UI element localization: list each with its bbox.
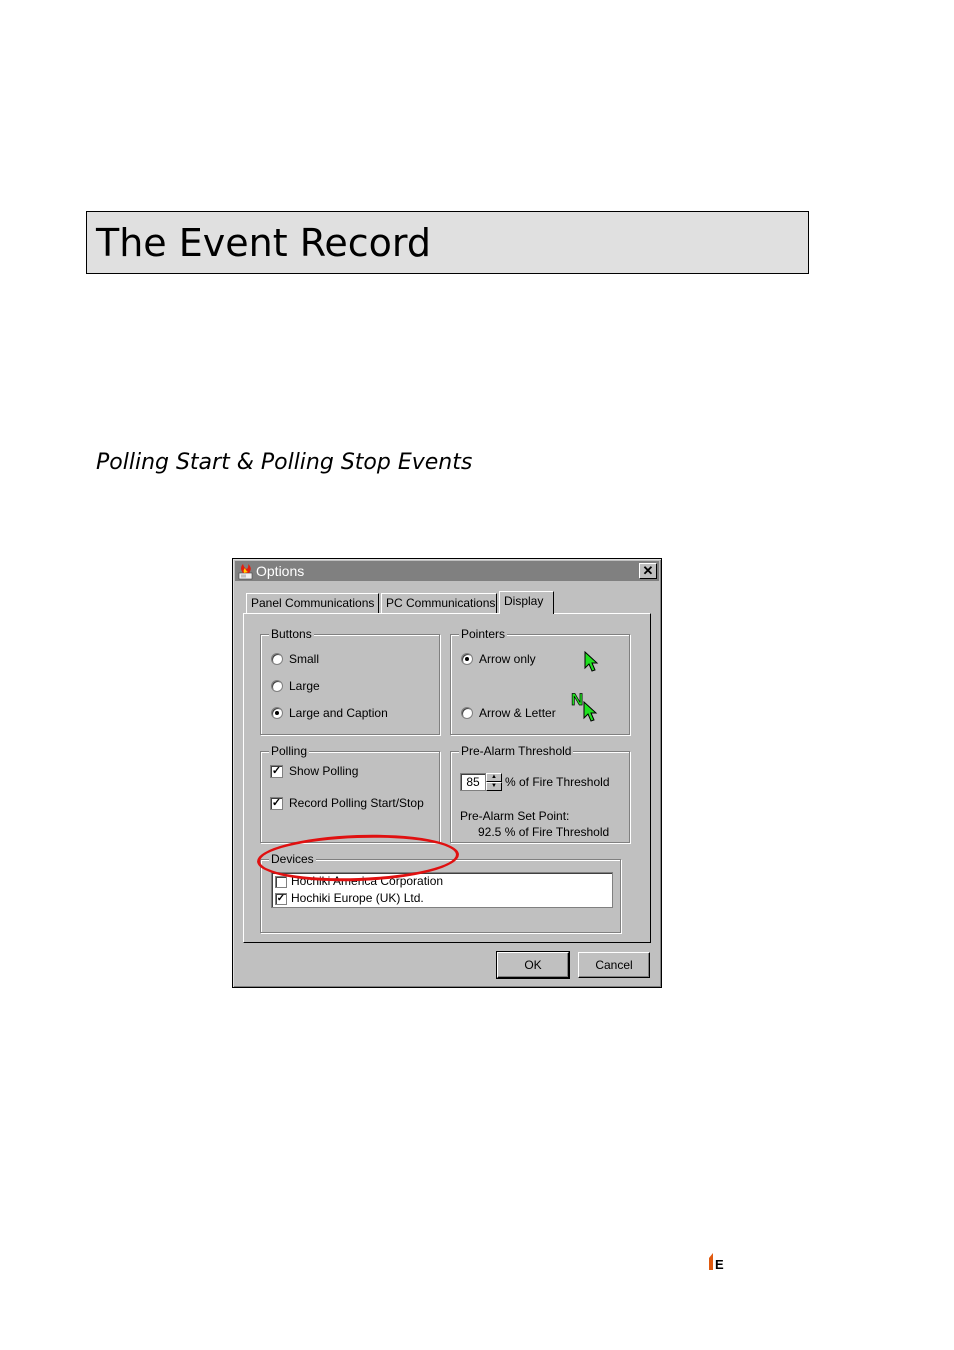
prealarm-setpoint-value: 92.5 % of Fire Threshold [478, 825, 610, 839]
tab-label: PC Communications [386, 596, 496, 610]
record-polling-label: Record Polling Start/Stop [289, 796, 424, 810]
buttons-group-label: Buttons [269, 627, 314, 641]
large-caption-radio-label: Large and Caption [289, 706, 388, 720]
device-label: Hochiki America Corporation [291, 874, 444, 888]
close-button[interactable]: ✕ [639, 563, 657, 579]
logo-letter: E [715, 1257, 724, 1271]
spin-down-button[interactable]: ▼ [486, 782, 502, 791]
small-radio-label: Small [289, 652, 320, 666]
small-radio[interactable] [271, 653, 283, 665]
prealarm-setpoint-label: Pre-Alarm Set Point: [460, 809, 570, 823]
tab-label: Display [504, 594, 544, 608]
buttons-group: Buttons Small Large Large and Caption [260, 627, 440, 735]
tab-display[interactable]: Display [499, 591, 554, 614]
arrow-letter-radio[interactable] [461, 707, 473, 719]
green-arrow-letter-pointer-icon: N [571, 690, 598, 722]
arrow-only-label: Arrow only [479, 652, 536, 666]
devices-group: Devices Hochiki America Corporation ✓ Ho… [260, 852, 621, 933]
close-icon: ✕ [642, 563, 654, 578]
display-tab-panel: Buttons Small Large Large and Caption Po… [243, 613, 651, 943]
record-polling-checkbox[interactable]: ✓ [270, 797, 283, 810]
pointer-letter: N [571, 690, 583, 709]
spin-up-button[interactable]: ▲ [486, 773, 502, 782]
arrow-letter-label: Arrow & Letter [479, 706, 556, 720]
large-radio[interactable] [271, 680, 283, 692]
show-polling-label: Show Polling [289, 764, 359, 778]
polling-group-label: Polling [269, 744, 310, 758]
prealarm-suffix: % of Fire Threshold [505, 775, 610, 789]
page-title: The Event Record [96, 221, 431, 265]
section-heading: Polling Start & Polling Stop Events [96, 450, 473, 475]
prealarm-threshold-group: Pre-Alarm Threshold 85 ▲ ▼ % of Fire Thr… [450, 744, 630, 843]
cancel-button[interactable]: Cancel [578, 952, 650, 978]
devices-group-label: Devices [269, 852, 316, 866]
pointers-group-label: Pointers [459, 627, 508, 641]
green-arrow-pointer-icon [584, 651, 599, 672]
ok-button[interactable]: OK [496, 951, 570, 979]
arrow-only-radio[interactable] [461, 653, 473, 665]
chapter-title-box: The Event Record [86, 211, 809, 274]
polling-group: Polling ✓ Show Polling ✓ Record Polling … [260, 744, 440, 843]
dialog-titlebar[interactable]: Options ✕ [235, 561, 659, 581]
app-icon [238, 564, 253, 580]
prealarm-threshold-input[interactable]: 85 [460, 773, 486, 791]
show-polling-checkbox[interactable]: ✓ [270, 765, 283, 778]
tab-label: Panel Communications [251, 596, 375, 610]
device-checkbox[interactable]: ✓ [275, 893, 287, 905]
tab-panel-communications[interactable]: Panel Communications [246, 593, 379, 613]
devices-listbox[interactable]: Hochiki America Corporation ✓ Hochiki Eu… [271, 872, 613, 908]
device-checkbox[interactable] [275, 876, 287, 888]
large-radio-label: Large [289, 679, 320, 693]
dialog-title: Options [256, 563, 305, 579]
prealarm-group-label: Pre-Alarm Threshold [459, 744, 574, 758]
tab-pc-communications[interactable]: PC Communications [381, 593, 497, 613]
device-label: Hochiki Europe (UK) Ltd. [291, 891, 424, 905]
options-dialog: Options ✕ Panel Communications PC Commun… [232, 558, 662, 988]
pointers-group: Pointers Arrow only Arrow & Letter N [450, 627, 630, 735]
large-caption-radio[interactable] [271, 707, 283, 719]
hochiki-logo-icon: E [709, 1253, 724, 1271]
